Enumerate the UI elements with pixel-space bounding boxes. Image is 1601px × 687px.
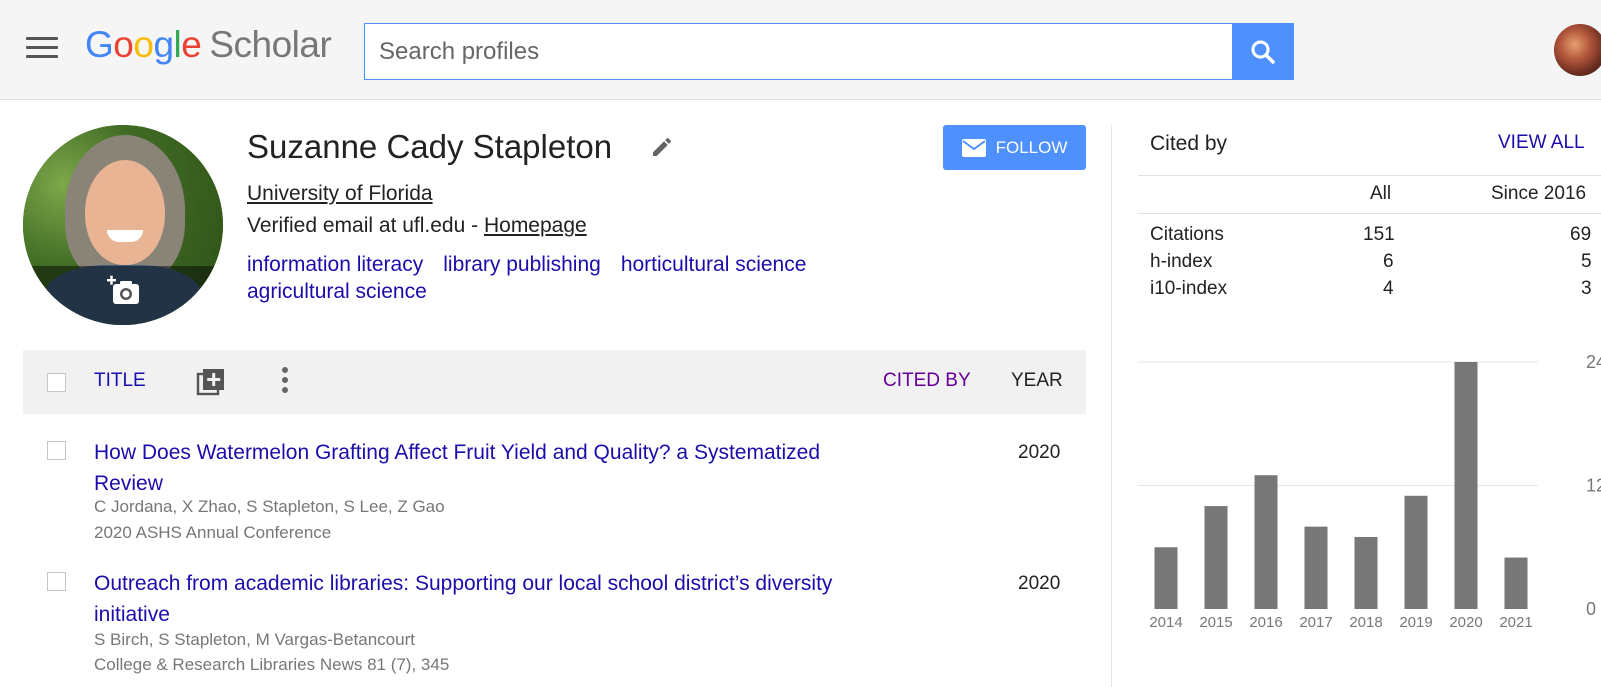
bar[interactable] [1154,547,1178,609]
search-input[interactable] [364,23,1232,80]
logo-google-text: Google [85,24,202,65]
y-tick-label: 12 [1586,476,1601,496]
follow-button[interactable]: FOLLOW [943,125,1086,170]
table-row: Outreach from academic libraries: Suppor… [23,568,1086,678]
more-options-icon[interactable] [279,367,291,397]
search-icon [1251,39,1275,64]
profile-photo [23,125,223,325]
sort-by-year[interactable]: YEAR [1011,370,1063,392]
stat-since-value: 5 [1581,251,1592,272]
x-tick-label: 2016 [1249,614,1282,631]
edit-pencil-icon[interactable] [650,135,674,159]
mail-icon [961,138,986,157]
stats-col-since[interactable]: Since 2016 [1491,183,1586,205]
y-tick-label: 24 [1586,352,1601,372]
x-tick-label: 2015 [1199,614,1232,631]
x-tick-label: 2014 [1149,614,1182,631]
stat-label: Citations [1150,224,1224,245]
article-authors: C Jordana, X Zhao, S Stapleton, S Lee, Z… [94,497,445,516]
stat-label: i10-index [1150,278,1228,299]
x-tick-label: 2017 [1299,614,1332,631]
bar[interactable] [1504,557,1528,609]
stat-all-value: 6 [1383,251,1394,272]
x-tick-label: 2021 [1499,614,1532,631]
logo-scholar-text: Scholar [209,24,332,65]
view-all-link[interactable]: VIEW ALL [1498,132,1585,154]
stat-label: h-index [1150,251,1213,272]
row-checkbox[interactable] [47,441,66,460]
bar[interactable] [1404,495,1428,609]
bar[interactable] [1454,362,1478,609]
article-title-link[interactable]: Outreach from academic libraries: Suppor… [94,568,854,630]
sort-by-title[interactable]: TITLE [94,370,146,392]
table-row: How Does Watermelon Grafting Affect Frui… [23,437,1086,547]
stat-since-value: 3 [1581,278,1592,299]
sort-by-cited-by[interactable]: CITED BY [883,370,971,392]
article-year: 2020 [1018,573,1061,594]
article-venue: College & Research Libraries News 81 (7)… [94,655,450,674]
bar[interactable] [1204,506,1228,609]
cited-by-title: Cited by [1150,132,1228,155]
x-tick-label: 2018 [1349,614,1382,631]
x-tick-label: 2020 [1449,614,1482,631]
homepage-link[interactable]: Homepage [484,214,587,237]
bar[interactable] [1254,475,1278,609]
email-text: Verified email at ufl.edu - [247,214,484,237]
interest-link[interactable]: information literacy [247,253,423,276]
verified-email: Verified email at ufl.edu - Homepage [247,214,587,238]
select-all-checkbox[interactable] [47,373,66,392]
interest-link[interactable]: agricultural science [247,280,427,303]
research-interests: information literacy library publishing ho… [247,251,887,305]
google-scholar-logo[interactable]: Google Scholar [85,24,332,66]
stat-all-value: 151 [1363,224,1395,245]
row-checkbox[interactable] [47,572,66,591]
add-article-icon[interactable] [196,367,226,397]
add-photo-camera-icon[interactable] [107,275,143,307]
follow-label: FOLLOW [995,137,1068,157]
sidebar-divider [1111,125,1112,687]
profile-name: Suzanne Cady Stapleton [247,128,613,165]
hamburger-menu-icon[interactable] [26,37,58,61]
affiliation-link[interactable]: University of Florida [247,182,433,206]
stat-all-value: 4 [1383,278,1394,299]
interest-link[interactable]: horticultural science [621,253,807,276]
articles-table-header: TITLE CITED BY YEAR [23,350,1086,414]
stat-since-value: 69 [1570,224,1592,245]
article-venue: 2020 ASHS Annual Conference [94,523,332,542]
stats-col-all[interactable]: All [1370,183,1391,205]
bar[interactable] [1354,536,1378,609]
account-avatar[interactable] [1554,24,1601,76]
article-authors: S Birch, S Stapleton, M Vargas-Betancour… [94,630,415,649]
y-tick-label: 0 [1586,599,1596,619]
bar[interactable] [1304,526,1328,609]
citations-per-year-chart: 24 12 0 2014 2015 2016 2017 2018 2019 2020 2021 [1138,352,1601,631]
article-year: 2020 [1018,442,1061,463]
search-button[interactable] [1232,23,1294,80]
stats-divider-top [1138,175,1601,176]
x-tick-label: 2019 [1399,614,1432,631]
interest-link[interactable]: library publishing [443,253,601,276]
stats-divider-head [1138,213,1601,214]
article-title-link[interactable]: How Does Watermelon Grafting Affect Frui… [94,437,854,499]
top-bar: Google Scholar [0,0,1601,100]
